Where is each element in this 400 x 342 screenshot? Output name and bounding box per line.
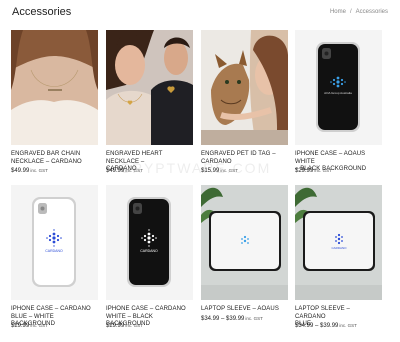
watermark: CRYPTWARE.COM [120, 160, 272, 176]
case-label: CARDANO [140, 249, 158, 253]
necklace-heart-photo [106, 30, 193, 145]
product-name-line: LAPTOP SLEEVE – CARDANO [295, 306, 350, 320]
price-value: $29.99 [11, 323, 30, 329]
phone-case-black: AOA Group Australia [295, 30, 382, 145]
product-image[interactable]: CARDANO [106, 185, 193, 300]
product-name-line: LAPTOP SLEEVE – AOAUS [201, 306, 279, 312]
product-image[interactable] [201, 185, 288, 300]
product-name[interactable]: ENGRAVED BAR CHAIN NECKLACE – CARDANO [11, 151, 82, 166]
breadcrumb-current: Accessories [355, 9, 388, 15]
page-title: Accessories [12, 6, 72, 18]
phone-case-white: CARDANO [11, 185, 98, 300]
case-label: CARDANO [45, 249, 63, 253]
case-label: AOA Group Australia [324, 91, 352, 95]
breadcrumb-separator: / [349, 9, 352, 15]
price-value: $29.99 [106, 323, 125, 329]
product-name-line: NECKLACE – CARDANO [11, 158, 82, 165]
product-price: $29.99inc. GST [295, 168, 332, 174]
product-price: $34.99 – $39.99inc. GST [295, 323, 357, 329]
price-value: $34.99 – $39.99 [295, 323, 339, 329]
product-name-line: IPHONE CASE – CARDANO [106, 306, 186, 312]
product-name[interactable]: LAPTOP SLEEVE – AOAUS [201, 306, 279, 314]
price-value: $29.99 [295, 168, 314, 174]
breadcrumb-home-link[interactable]: Home [330, 9, 346, 15]
product-image[interactable]: AOA Group Australia [295, 30, 382, 145]
phone-case-black-cardano: CARDANO [106, 185, 193, 300]
product-name-line: IPHONE CASE – CARDANO [11, 306, 91, 312]
price-unit: inc. GST [339, 323, 357, 328]
product-image[interactable] [11, 30, 98, 145]
product-price: $29.99inc. GST [106, 323, 143, 329]
product-name-line: ENGRAVED PET ID TAG – [201, 151, 276, 157]
price-unit: inc. GST [30, 323, 48, 328]
laptop-sleeve-cardano: CARDANO [295, 185, 382, 300]
price-unit: inc. GST [314, 168, 332, 173]
price-value: $49.99 [11, 168, 30, 174]
breadcrumb: Home / Accessories [330, 9, 388, 15]
page-header: Accessories Home / Accessories [12, 6, 388, 22]
product-price: $49.99inc. GST [11, 168, 48, 174]
product-image[interactable] [201, 30, 288, 145]
product-name-line: IPHONE CASE – AOAUS WHITE [295, 151, 366, 165]
product-image[interactable] [106, 30, 193, 145]
laptop-sleeve-aoaus [201, 185, 288, 300]
product-image[interactable]: CARDANO [11, 185, 98, 300]
price-unit: inc. GST [245, 316, 263, 321]
price-unit: inc. GST [125, 323, 143, 328]
product-price: $34.99 – $39.99inc. GST [201, 316, 263, 322]
price-value: $34.99 – $39.99 [201, 316, 245, 322]
sleeve-label: CARDANO [331, 246, 347, 250]
pet-tag-photo [201, 30, 288, 145]
product-name-line: ENGRAVED BAR CHAIN [11, 151, 81, 157]
necklace-bar-photo [11, 30, 98, 145]
price-unit: inc. GST [30, 168, 48, 173]
product-image[interactable]: CARDANO [295, 185, 382, 300]
product-price: $29.99inc. GST [11, 323, 48, 329]
